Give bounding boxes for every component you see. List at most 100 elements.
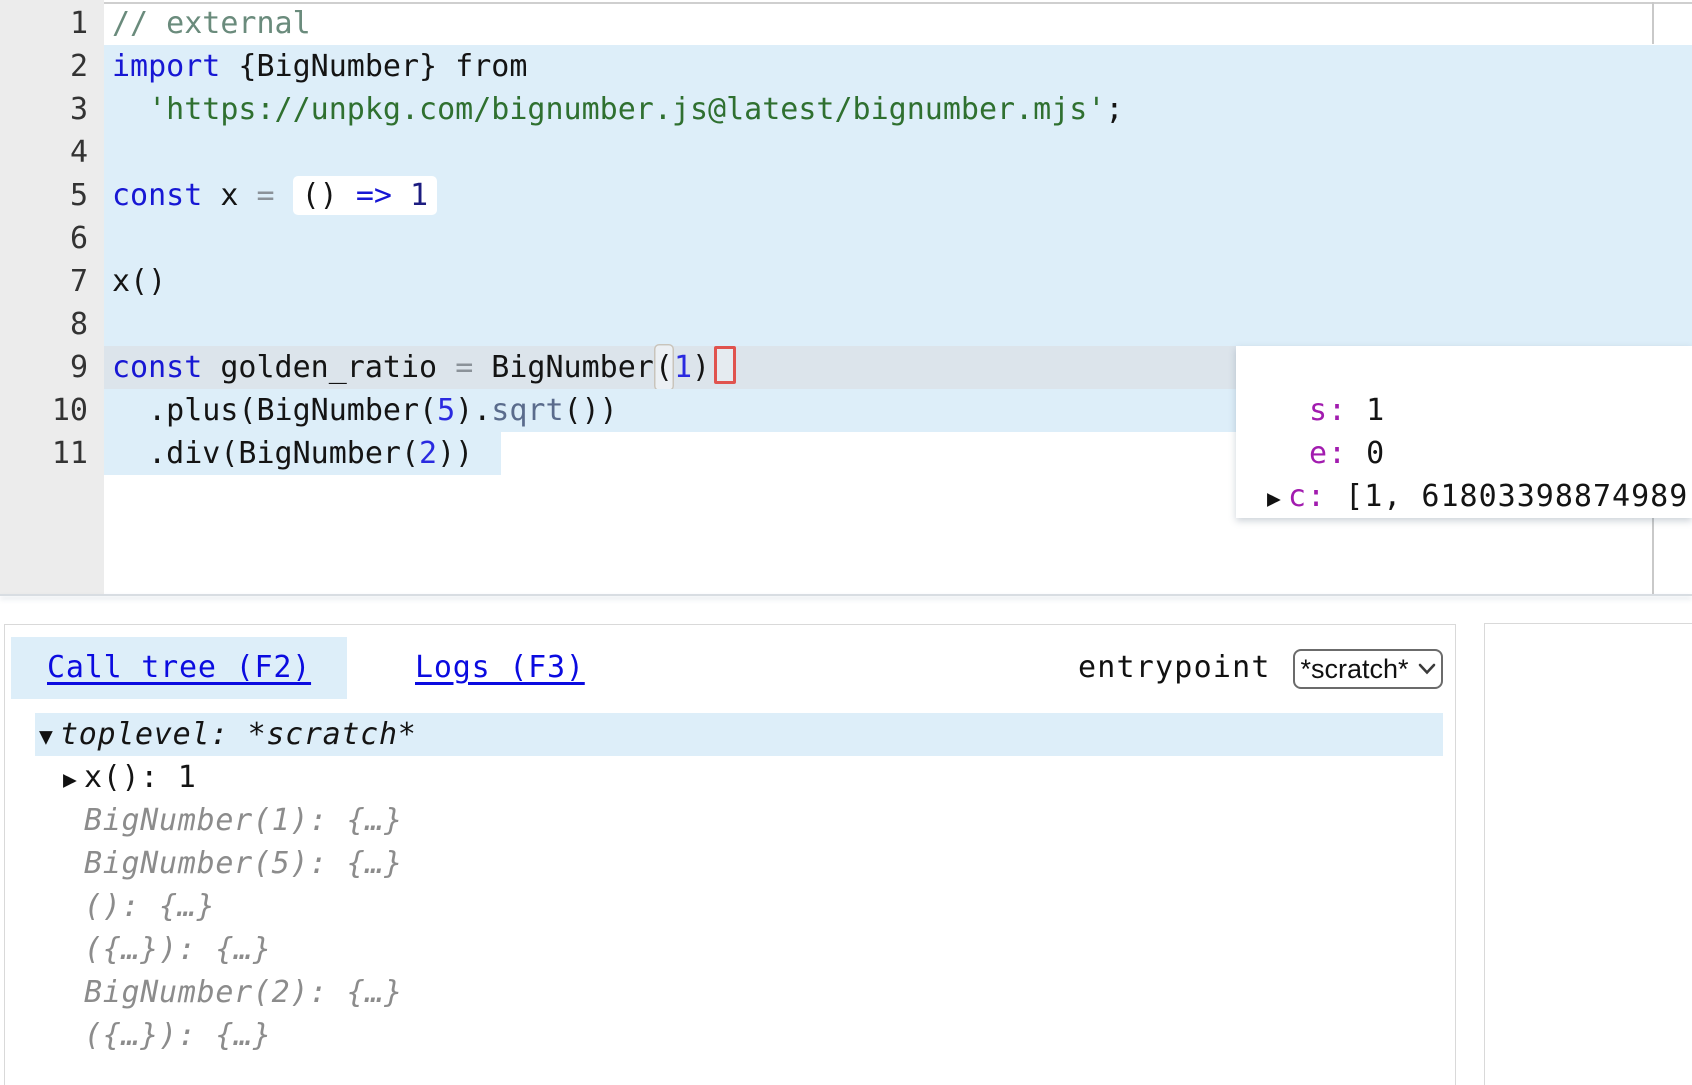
code-token: )) [437, 436, 473, 471]
code-line-7[interactable]: x() [104, 260, 1692, 303]
line-number: 1 [0, 2, 88, 45]
line-number: 7 [0, 260, 88, 303]
inline-result-popup: ▼1.61803398874989484821 s: 1e: 0▶c: [1, … [1236, 346, 1692, 518]
call-tree-row[interactable]: ▶x(): 1 [5, 756, 1455, 799]
code-line-4[interactable] [104, 131, 1692, 174]
entrypoint-select[interactable]: *scratch* [1293, 649, 1443, 689]
code-line-highlight: .div(BigNumber(2)) [104, 432, 501, 475]
call-tree-row[interactable]: (): {…} [5, 885, 1455, 928]
code-token: const [112, 350, 202, 385]
line-number: 3 [0, 88, 88, 131]
code-token: 5 [437, 393, 455, 428]
code-token: BigNumber [473, 350, 654, 385]
code-token: => [356, 178, 392, 213]
code-token: ()) [564, 393, 618, 428]
detail-panel [1484, 623, 1692, 1085]
code-token: ; [1105, 92, 1123, 127]
code-line-2[interactable]: import {BigNumber} from [104, 45, 1692, 88]
code-token: () [302, 178, 338, 213]
line-number: 8 [0, 303, 88, 346]
field-key: c: [1288, 479, 1326, 514]
result-fields: s: 1e: 0▶c: [1, 61803398874989 [1236, 389, 1692, 518]
field-value: [1, 61803398874989 [1326, 479, 1688, 514]
code-token: 1 [410, 178, 428, 213]
code-line-3[interactable]: 'https://unpkg.com/bignumber.js@latest/b… [104, 88, 1692, 131]
line-number: 5 [0, 174, 88, 217]
call-tree-panel: Call tree (F2) Logs (F3) entrypoint *scra… [4, 624, 1456, 1085]
call-tree-row-label: toplevel: *scratch* [60, 717, 416, 752]
line-number-gutter: 1234567891011 [0, 0, 104, 594]
field-value: 0 [1347, 436, 1385, 471]
code-token: {BigNumber} from [220, 49, 527, 84]
empty-hole-marker [714, 346, 736, 384]
triangle-down-icon[interactable]: ▼ [39, 716, 60, 759]
field-key: s: [1309, 393, 1347, 428]
call-tree-row[interactable]: BigNumber(1): {…} [5, 799, 1455, 842]
code-token: x [202, 178, 256, 213]
code-token [392, 178, 410, 213]
code-token: = [257, 178, 275, 213]
call-tree: ▼toplevel: *scratch*▶x(): 1BigNumber(1):… [5, 713, 1455, 1057]
code-token: golden_ratio [202, 350, 455, 385]
code-editor[interactable]: 1234567891011 // externalimport {BigNumb… [0, 0, 1692, 596]
result-field-e: e: 0 [1236, 432, 1692, 475]
entrypoint-label: entrypoint [1078, 650, 1271, 685]
code-token [112, 92, 148, 127]
call-tree-row-label: ({…}): {…} [84, 1018, 272, 1053]
result-value-row: ▼1.61803398874989484821 [1236, 346, 1692, 389]
code-token: sqrt [491, 393, 563, 428]
call-tree-row[interactable]: ▼toplevel: *scratch* [35, 713, 1443, 756]
code-token: = [455, 350, 473, 385]
call-tree-row-label: BigNumber(1): {…} [84, 803, 403, 838]
code-token: // external [112, 6, 311, 41]
tab-call-tree-f2-[interactable]: Call tree (F2) [11, 637, 347, 699]
triangle-right-icon[interactable]: ▶ [63, 759, 84, 802]
line-number: 9 [0, 346, 88, 389]
call-tree-row-label: BigNumber(5): {…} [84, 846, 403, 881]
chevron-down-icon [1418, 663, 1436, 675]
call-tree-row[interactable]: ({…}): {…} [5, 928, 1455, 971]
call-tree-row[interactable]: ({…}): {…} [5, 1014, 1455, 1057]
code-token: 'https://unpkg.com/bignumber.js@latest/b… [148, 92, 1105, 127]
editor-top-border [104, 2, 1692, 4]
editor-right-border [1652, 2, 1654, 44]
app-root: { "editor": { "lines": [ {"n": 1, "bg": … [0, 0, 1692, 1066]
editor-right-border [1652, 518, 1654, 594]
inline-eval-box: () => 1 [293, 176, 437, 215]
code-token: ). [455, 393, 491, 428]
call-tree-row-label: BigNumber(2): {…} [84, 975, 403, 1010]
line-number: 10 [0, 389, 88, 432]
matched-bracket-highlight: ( [654, 344, 674, 391]
code-token [275, 178, 293, 213]
code-line-1[interactable]: // external [104, 2, 1692, 45]
code-token: .plus(BigNumber( [112, 393, 437, 428]
result-field-s: s: 1 [1236, 389, 1692, 432]
call-tree-row-label: (): {…} [84, 889, 215, 924]
code-token: .div(BigNumber( [112, 436, 419, 471]
editor-bottom-divider [0, 594, 1692, 596]
line-number: 11 [0, 432, 88, 475]
line-number: 4 [0, 131, 88, 174]
call-tree-row[interactable]: BigNumber(2): {…} [5, 971, 1455, 1014]
code-line-6[interactable] [104, 217, 1692, 260]
code-token: 2 [419, 436, 437, 471]
tab-logs-f3-[interactable]: Logs (F3) [409, 637, 591, 699]
line-number: 6 [0, 217, 88, 260]
code-token [338, 178, 356, 213]
code-token: 1 [674, 350, 692, 385]
line-number: 2 [0, 45, 88, 88]
call-tree-row[interactable]: BigNumber(5): {…} [5, 842, 1455, 885]
code-line-8[interactable] [104, 303, 1692, 346]
code-token: x() [112, 264, 166, 299]
triangle-right-icon[interactable]: ▶ [1267, 478, 1288, 518]
call-tree-row-label: x(): 1 [84, 760, 197, 795]
code-token: import [112, 49, 220, 84]
code-token: ) [692, 350, 710, 385]
field-key: e: [1309, 436, 1347, 471]
code-token: const [112, 178, 202, 213]
result-field-c: ▶c: [1, 61803398874989 [1236, 475, 1692, 518]
code-line-5[interactable]: const x = () => 1 [104, 174, 1692, 217]
field-value: 1 [1347, 393, 1385, 428]
call-tree-row-label: ({…}): {…} [84, 932, 272, 967]
entrypoint-selected-value: *scratch* [1300, 654, 1408, 685]
